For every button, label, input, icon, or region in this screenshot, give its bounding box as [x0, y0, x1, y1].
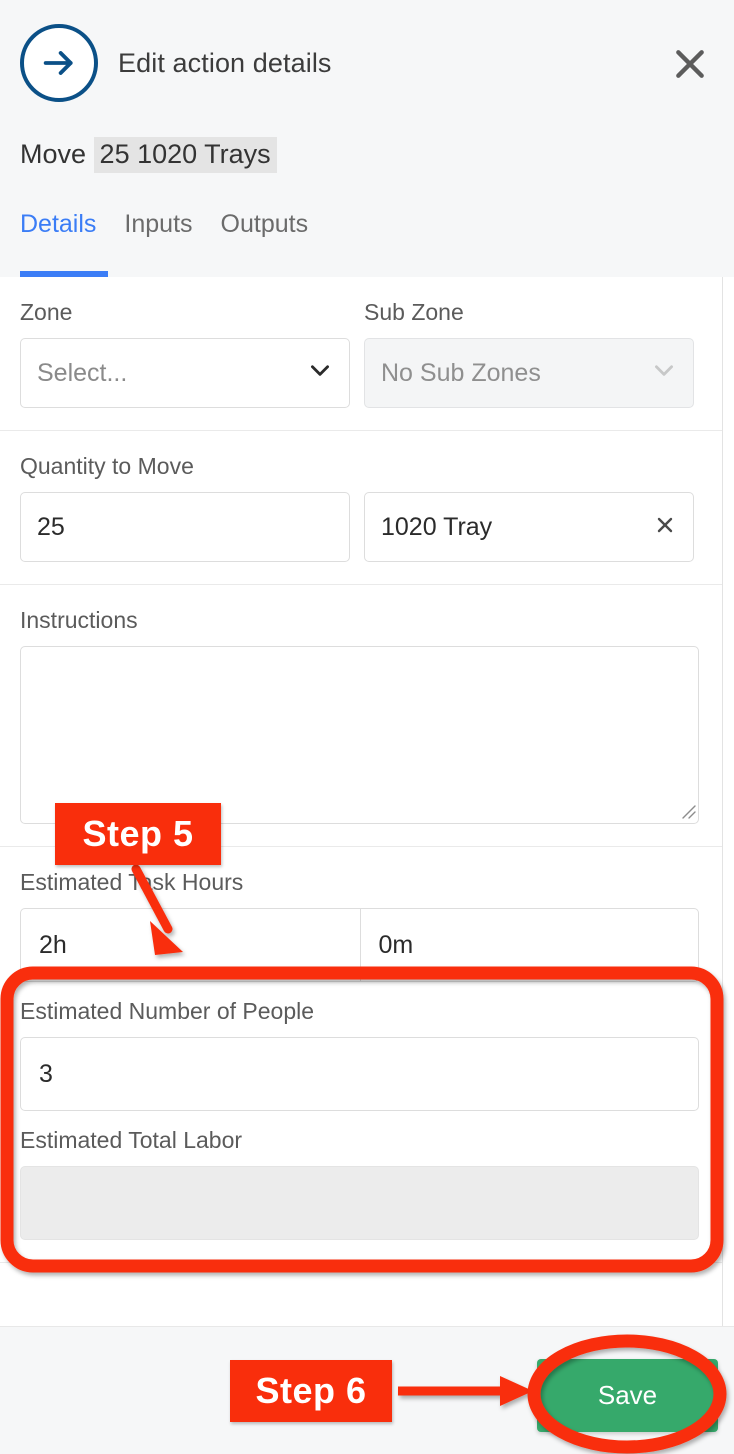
task-hours-hours-value: 2h	[39, 930, 67, 959]
step6-badge: Step 6	[230, 1360, 392, 1422]
chevron-down-icon	[307, 357, 333, 390]
save-button[interactable]: Save	[537, 1359, 718, 1432]
sub-zone-value: No Sub Zones	[381, 358, 541, 387]
task-hours-hours-input[interactable]: 2h	[21, 909, 360, 981]
zone-section: Zone Select... Sub Zone No Sub Zones	[0, 277, 722, 431]
task-hours-label: Estimated Task Hours	[20, 869, 244, 895]
close-icon[interactable]	[666, 40, 714, 88]
action-verb: Move	[20, 139, 87, 169]
action-subtitle: Move 25 1020 Trays	[20, 137, 277, 173]
task-hours-row: 2h 0m	[20, 908, 699, 982]
zone-field: Zone Select...	[20, 299, 350, 408]
people-value: 3	[39, 1059, 53, 1088]
quantity-row: 25 1020 Tray	[20, 492, 702, 562]
tab-details[interactable]: Details	[20, 210, 96, 241]
zone-value: Select...	[37, 358, 128, 387]
quantity-amount-value: 25	[37, 512, 65, 541]
arrow-right-circle-icon[interactable]	[20, 24, 98, 102]
zone-select[interactable]: Select...	[20, 338, 350, 408]
people-input[interactable]: 3	[20, 1037, 699, 1111]
page-title: Edit action details	[118, 47, 332, 78]
quantity-unit-value: 1020 Tray	[381, 512, 493, 541]
total-labor-label: Estimated Total Labor	[20, 1127, 243, 1153]
quantity-unit-input[interactable]: 1020 Tray	[364, 492, 694, 562]
quantity-section: Quantity to Move 25 1020 Tray	[0, 431, 722, 585]
instructions-wrap	[20, 646, 702, 824]
zone-row: Zone Select... Sub Zone No Sub Zones	[20, 299, 702, 408]
tab-outputs[interactable]: Outputs	[221, 210, 309, 241]
quantity-amount-input[interactable]: 25	[20, 492, 350, 562]
sub-zone-select: No Sub Zones	[364, 338, 694, 408]
tab-bar: Details Inputs Outputs	[20, 210, 308, 241]
tab-inputs[interactable]: Inputs	[124, 210, 192, 241]
chevron-down-icon	[651, 357, 677, 390]
instructions-input[interactable]	[20, 646, 699, 824]
zone-label: Zone	[20, 299, 73, 325]
panel-body: Zone Select... Sub Zone No Sub Zones Qua…	[0, 277, 723, 1326]
action-target: 25 1020 Trays	[93, 137, 277, 173]
step5-badge: Step 5	[55, 803, 221, 865]
quantity-label: Quantity to Move	[20, 453, 194, 479]
header-title-row: Edit action details	[20, 24, 332, 102]
task-hours-minutes-value: 0m	[378, 930, 414, 959]
people-label: Estimated Number of People	[20, 998, 315, 1024]
panel-header: Edit action details Move 25 1020 Trays D…	[0, 0, 734, 277]
edit-action-details-panel: Edit action details Move 25 1020 Trays D…	[0, 0, 734, 1454]
resize-handle-icon[interactable]	[679, 802, 697, 820]
sub-zone-field: Sub Zone No Sub Zones	[364, 299, 694, 408]
task-hours-minutes-input[interactable]: 0m	[359, 909, 699, 981]
clear-x-icon[interactable]	[653, 513, 677, 541]
instructions-label: Instructions	[20, 607, 138, 633]
total-labor-input	[20, 1166, 699, 1240]
sub-zone-label: Sub Zone	[364, 299, 464, 325]
estimates-section: Estimated Task Hours 2h 0m Estimated Num…	[0, 847, 722, 1263]
